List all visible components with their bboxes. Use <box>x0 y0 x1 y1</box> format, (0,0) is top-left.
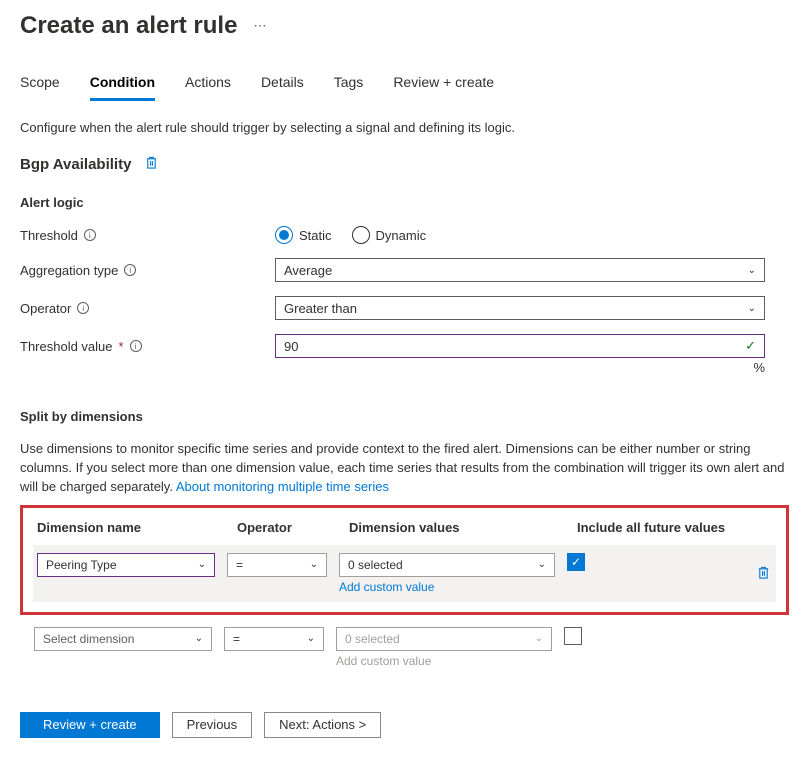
add-custom-value-link[interactable]: Add custom value <box>339 580 434 594</box>
aggregation-select[interactable]: Average ⌄ <box>275 258 765 282</box>
dimensions-description: Use dimensions to monitor specific time … <box>20 440 789 497</box>
info-icon[interactable]: i <box>84 229 96 241</box>
col-header-include: Include all future values <box>577 520 772 535</box>
tab-details[interactable]: Details <box>261 68 304 101</box>
chevron-down-icon: ⌄ <box>748 303 756 314</box>
delete-signal-icon[interactable] <box>145 155 158 173</box>
chevron-down-icon: ⌄ <box>198 559 206 570</box>
next-button[interactable]: Next: Actions > <box>264 712 381 738</box>
tabs: Scope Condition Actions Details Tags Rev… <box>20 68 789 102</box>
operator-value: Greater than <box>284 301 357 316</box>
tab-scope[interactable]: Scope <box>20 68 60 101</box>
dimensions-highlight-box: Dimension name Operator Dimension values… <box>20 505 789 615</box>
add-custom-value-link: Add custom value <box>336 654 431 668</box>
include-future-checkbox[interactable] <box>564 627 582 645</box>
required-indicator: * <box>119 339 124 354</box>
tab-description: Configure when the alert rule should tri… <box>20 120 789 135</box>
section-split-dimensions: Split by dimensions <box>20 409 789 424</box>
threshold-radio-dynamic[interactable]: Dynamic <box>352 226 427 244</box>
threshold-radio-static[interactable]: Static <box>275 226 332 244</box>
radio-icon <box>352 226 370 244</box>
col-header-operator: Operator <box>237 520 349 535</box>
valid-check-icon: ✓ <box>745 338 756 354</box>
radio-icon <box>275 226 293 244</box>
dimension-values-select[interactable]: 0 selected ⌄ <box>339 553 555 577</box>
previous-button[interactable]: Previous <box>172 712 253 738</box>
tab-actions[interactable]: Actions <box>185 68 231 101</box>
chevron-down-icon: ⌄ <box>195 633 203 644</box>
radio-label-static: Static <box>299 228 332 243</box>
dimension-values-select[interactable]: 0 selected ⌄ <box>336 627 552 651</box>
tab-review-create[interactable]: Review + create <box>393 68 494 101</box>
chevron-down-icon: ⌄ <box>535 633 543 644</box>
chevron-down-icon: ⌄ <box>310 559 318 570</box>
threshold-value-input[interactable]: 90 ✓ <box>275 334 765 358</box>
col-header-values: Dimension values <box>349 520 577 535</box>
dimension-name-placeholder: Select dimension <box>43 632 134 646</box>
dimension-operator-select[interactable]: = ⌄ <box>227 553 327 577</box>
chevron-down-icon: ⌄ <box>307 633 315 644</box>
info-icon[interactable]: i <box>77 302 89 314</box>
tab-tags[interactable]: Tags <box>334 68 364 101</box>
more-actions-icon[interactable]: ⋯ <box>253 18 266 34</box>
threshold-value-label: Threshold value <box>20 339 113 354</box>
tab-condition[interactable]: Condition <box>90 68 155 101</box>
aggregation-value: Average <box>284 263 332 278</box>
aggregation-label: Aggregation type <box>20 263 118 278</box>
dimension-name-value: Peering Type <box>46 558 117 572</box>
dimensions-help-link[interactable]: About monitoring multiple time series <box>176 479 389 494</box>
dimension-values-placeholder: 0 selected <box>345 632 400 646</box>
col-header-name: Dimension name <box>37 520 237 535</box>
dimension-operator-select[interactable]: = ⌄ <box>224 627 324 651</box>
chevron-down-icon: ⌄ <box>748 265 756 276</box>
include-future-checkbox[interactable]: ✓ <box>567 553 585 571</box>
chevron-down-icon: ⌄ <box>538 559 546 570</box>
info-icon[interactable]: i <box>130 340 142 352</box>
threshold-unit: % <box>275 360 765 375</box>
dimension-name-select[interactable]: Select dimension ⌄ <box>34 627 212 651</box>
section-alert-logic: Alert logic <box>20 195 789 210</box>
operator-select[interactable]: Greater than ⌄ <box>275 296 765 320</box>
radio-label-dynamic: Dynamic <box>376 228 427 243</box>
dimension-name-select[interactable]: Peering Type ⌄ <box>37 553 215 577</box>
dimension-row: Select dimension ⌄ = ⌄ 0 selected ⌄ Add … <box>20 619 789 676</box>
dimension-operator-value: = <box>233 632 240 646</box>
operator-label: Operator <box>20 301 71 316</box>
threshold-value-text: 90 <box>284 339 298 354</box>
threshold-label: Threshold <box>20 228 78 243</box>
delete-row-icon[interactable] <box>757 565 772 581</box>
dimension-values-value: 0 selected <box>348 558 403 572</box>
signal-name: Bgp Availability <box>20 156 131 173</box>
page-title: Create an alert rule <box>20 12 237 40</box>
dimension-row: Peering Type ⌄ = ⌄ 0 selected ⌄ Add cust… <box>33 545 776 602</box>
review-create-button[interactable]: Review + create <box>20 712 160 738</box>
dimension-operator-value: = <box>236 558 243 572</box>
info-icon[interactable]: i <box>124 264 136 276</box>
